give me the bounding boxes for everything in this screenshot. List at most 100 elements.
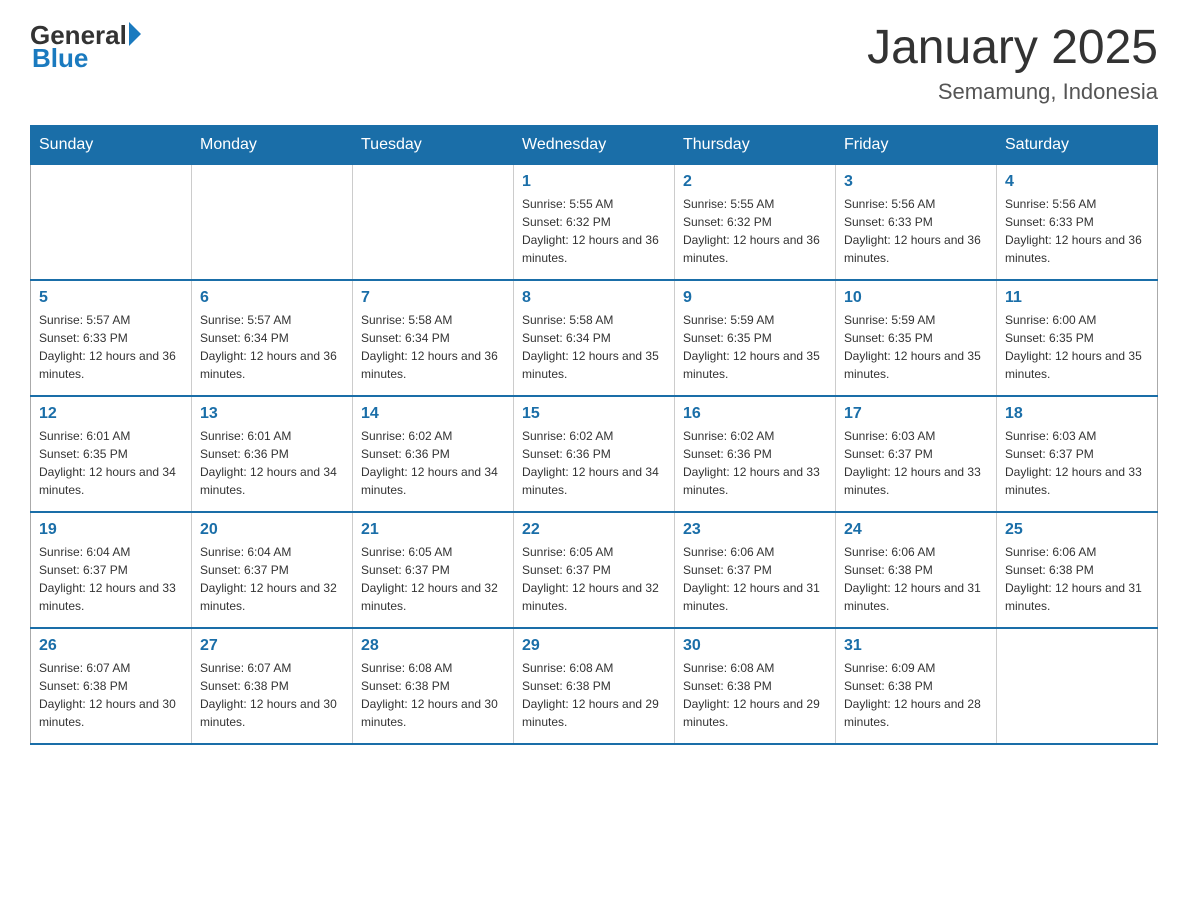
calendar-cell: 28 Sunrise: 6:08 AMSunset: 6:38 PMDayligh…: [353, 628, 514, 744]
calendar-cell: [192, 165, 353, 281]
day-info: Sunrise: 6:06 AMSunset: 6:38 PMDaylight:…: [1005, 543, 1149, 615]
day-of-week-header: Friday: [836, 126, 997, 165]
day-number: 2: [683, 173, 827, 191]
calendar-cell: 19 Sunrise: 6:04 AMSunset: 6:37 PMDayligh…: [31, 512, 192, 628]
days-of-week-row: SundayMondayTuesdayWednesdayThursdayFrid…: [31, 126, 1158, 165]
calendar-cell: 4 Sunrise: 5:56 AMSunset: 6:33 PMDaylight…: [997, 165, 1158, 281]
day-number: 14: [361, 405, 505, 423]
calendar-table: SundayMondayTuesdayWednesdayThursdayFrid…: [30, 125, 1158, 745]
day-number: 17: [844, 405, 988, 423]
day-info: Sunrise: 6:08 AMSunset: 6:38 PMDaylight:…: [683, 659, 827, 731]
calendar-cell: 27 Sunrise: 6:07 AMSunset: 6:38 PMDayligh…: [192, 628, 353, 744]
day-info: Sunrise: 5:55 AMSunset: 6:32 PMDaylight:…: [683, 195, 827, 267]
calendar-title: January 2025: [867, 20, 1158, 75]
day-number: 22: [522, 521, 666, 539]
day-info: Sunrise: 6:03 AMSunset: 6:37 PMDaylight:…: [1005, 427, 1149, 499]
day-info: Sunrise: 6:04 AMSunset: 6:37 PMDaylight:…: [39, 543, 183, 615]
day-info: Sunrise: 6:07 AMSunset: 6:38 PMDaylight:…: [200, 659, 344, 731]
day-number: 1: [522, 173, 666, 191]
calendar-cell: 22 Sunrise: 6:05 AMSunset: 6:37 PMDayligh…: [514, 512, 675, 628]
calendar-cell: 11Sunrise: 6:00 AMSunset: 6:35 PMDayligh…: [997, 280, 1158, 396]
logo: General Blue: [30, 20, 141, 74]
calendar-cell: 20Sunrise: 6:04 AMSunset: 6:37 PMDayligh…: [192, 512, 353, 628]
header: General Blue January 2025 Semamung, Indo…: [30, 20, 1158, 105]
calendar-cell: 1 Sunrise: 5:55 AMSunset: 6:32 PMDaylight…: [514, 165, 675, 281]
day-info: Sunrise: 6:06 AMSunset: 6:37 PMDaylight:…: [683, 543, 827, 615]
calendar-cell: 18 Sunrise: 6:03 AMSunset: 6:37 PMDayligh…: [997, 396, 1158, 512]
day-info: Sunrise: 6:07 AMSunset: 6:38 PMDaylight:…: [39, 659, 183, 731]
day-info: Sunrise: 6:06 AMSunset: 6:38 PMDaylight:…: [844, 543, 988, 615]
day-number: 18: [1005, 405, 1149, 423]
day-info: Sunrise: 6:04 AMSunset: 6:37 PMDaylight:…: [200, 543, 344, 615]
day-info: Sunrise: 5:59 AMSunset: 6:35 PMDaylight:…: [683, 311, 827, 383]
calendar-cell: 29 Sunrise: 6:08 AMSunset: 6:38 PMDayligh…: [514, 628, 675, 744]
day-number: 4: [1005, 173, 1149, 191]
day-number: 10: [844, 289, 988, 307]
day-info: Sunrise: 6:08 AMSunset: 6:38 PMDaylight:…: [361, 659, 505, 731]
calendar-cell: [31, 165, 192, 281]
calendar-week-row: 12 Sunrise: 6:01 AMSunset: 6:35 PMDayligh…: [31, 396, 1158, 512]
day-number: 23: [683, 521, 827, 539]
calendar-cell: 13 Sunrise: 6:01 AMSunset: 6:36 PMDayligh…: [192, 396, 353, 512]
logo-triangle-icon: [129, 22, 141, 46]
calendar-cell: 31 Sunrise: 6:09 AMSunset: 6:38 PMDayligh…: [836, 628, 997, 744]
calendar-cell: 15Sunrise: 6:02 AMSunset: 6:36 PMDayligh…: [514, 396, 675, 512]
day-info: Sunrise: 6:00 AMSunset: 6:35 PMDaylight:…: [1005, 311, 1149, 383]
calendar-subtitle: Semamung, Indonesia: [867, 79, 1158, 105]
day-info: Sunrise: 6:01 AMSunset: 6:35 PMDaylight:…: [39, 427, 183, 499]
day-of-week-header: Saturday: [997, 126, 1158, 165]
day-of-week-header: Sunday: [31, 126, 192, 165]
day-number: 21: [361, 521, 505, 539]
day-info: Sunrise: 6:05 AMSunset: 6:37 PMDaylight:…: [522, 543, 666, 615]
calendar-cell: 26 Sunrise: 6:07 AMSunset: 6:38 PMDayligh…: [31, 628, 192, 744]
day-number: 29: [522, 637, 666, 655]
calendar-cell: 23 Sunrise: 6:06 AMSunset: 6:37 PMDayligh…: [675, 512, 836, 628]
day-info: Sunrise: 6:02 AMSunset: 6:36 PMDaylight:…: [522, 427, 666, 499]
calendar-cell: 3Sunrise: 5:56 AMSunset: 6:33 PMDaylight…: [836, 165, 997, 281]
calendar-week-row: 1 Sunrise: 5:55 AMSunset: 6:32 PMDaylight…: [31, 165, 1158, 281]
calendar-cell: 10Sunrise: 5:59 AMSunset: 6:35 PMDayligh…: [836, 280, 997, 396]
title-area: January 2025 Semamung, Indonesia: [867, 20, 1158, 105]
day-info: Sunrise: 6:02 AMSunset: 6:36 PMDaylight:…: [361, 427, 505, 499]
calendar-cell: 9Sunrise: 5:59 AMSunset: 6:35 PMDaylight…: [675, 280, 836, 396]
day-of-week-header: Wednesday: [514, 126, 675, 165]
calendar-cell: [997, 628, 1158, 744]
day-of-week-header: Tuesday: [353, 126, 514, 165]
day-number: 8: [522, 289, 666, 307]
day-info: Sunrise: 6:09 AMSunset: 6:38 PMDaylight:…: [844, 659, 988, 731]
calendar-cell: 25 Sunrise: 6:06 AMSunset: 6:38 PMDayligh…: [997, 512, 1158, 628]
day-number: 6: [200, 289, 344, 307]
day-info: Sunrise: 5:56 AMSunset: 6:33 PMDaylight:…: [844, 195, 988, 267]
calendar-week-row: 19 Sunrise: 6:04 AMSunset: 6:37 PMDayligh…: [31, 512, 1158, 628]
day-number: 30: [683, 637, 827, 655]
day-number: 12: [39, 405, 183, 423]
day-number: 19: [39, 521, 183, 539]
calendar-cell: 14 Sunrise: 6:02 AMSunset: 6:36 PMDayligh…: [353, 396, 514, 512]
day-of-week-header: Thursday: [675, 126, 836, 165]
day-info: Sunrise: 5:55 AMSunset: 6:32 PMDaylight:…: [522, 195, 666, 267]
day-info: Sunrise: 6:01 AMSunset: 6:36 PMDaylight:…: [200, 427, 344, 499]
calendar-cell: 17Sunrise: 6:03 AMSunset: 6:37 PMDayligh…: [836, 396, 997, 512]
day-info: Sunrise: 5:57 AMSunset: 6:34 PMDaylight:…: [200, 311, 344, 383]
calendar-cell: [353, 165, 514, 281]
day-info: Sunrise: 6:08 AMSunset: 6:38 PMDaylight:…: [522, 659, 666, 731]
day-info: Sunrise: 6:02 AMSunset: 6:36 PMDaylight:…: [683, 427, 827, 499]
calendar-cell: 21Sunrise: 6:05 AMSunset: 6:37 PMDayligh…: [353, 512, 514, 628]
day-number: 26: [39, 637, 183, 655]
day-number: 27: [200, 637, 344, 655]
day-number: 13: [200, 405, 344, 423]
day-info: Sunrise: 5:58 AMSunset: 6:34 PMDaylight:…: [361, 311, 505, 383]
calendar-cell: 16 Sunrise: 6:02 AMSunset: 6:36 PMDayligh…: [675, 396, 836, 512]
logo-blue-text: Blue: [32, 43, 88, 74]
day-number: 24: [844, 521, 988, 539]
calendar-week-row: 26 Sunrise: 6:07 AMSunset: 6:38 PMDayligh…: [31, 628, 1158, 744]
calendar-cell: 7Sunrise: 5:58 AMSunset: 6:34 PMDaylight…: [353, 280, 514, 396]
day-number: 31: [844, 637, 988, 655]
day-number: 25: [1005, 521, 1149, 539]
day-number: 28: [361, 637, 505, 655]
day-info: Sunrise: 5:56 AMSunset: 6:33 PMDaylight:…: [1005, 195, 1149, 267]
calendar-cell: 30 Sunrise: 6:08 AMSunset: 6:38 PMDayligh…: [675, 628, 836, 744]
calendar-cell: 8Sunrise: 5:58 AMSunset: 6:34 PMDaylight…: [514, 280, 675, 396]
day-number: 5: [39, 289, 183, 307]
day-number: 16: [683, 405, 827, 423]
